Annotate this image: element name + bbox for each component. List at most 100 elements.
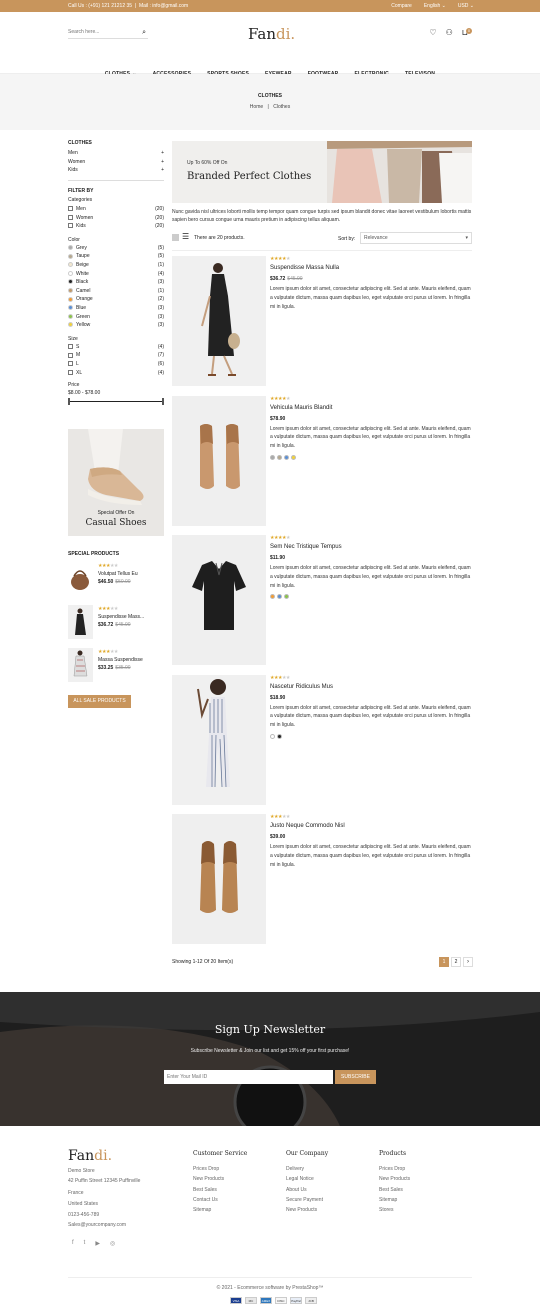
color-swatch[interactable] [68, 322, 73, 328]
checkbox[interactable] [68, 343, 73, 349]
filter-color-black[interactable]: Black (3) [68, 278, 164, 287]
search-input[interactable] [68, 29, 133, 35]
checkbox[interactable] [68, 214, 73, 220]
search-box[interactable]: ⌕ [68, 29, 148, 39]
color-swatch[interactable] [68, 270, 73, 276]
footer-link[interactable]: Stores [379, 1207, 410, 1217]
footer-link[interactable]: Best Sales [379, 1187, 410, 1197]
product-title[interactable]: Sem Nec Tristique Tempus [270, 544, 472, 550]
product-image[interactable] [172, 674, 266, 805]
filter-color-camel[interactable]: Camel (1) [68, 287, 164, 296]
footer-link[interactable]: Delivery [286, 1166, 328, 1176]
special-product-item[interactable]: ★★★★★ Volutpat Tellus Eu $46.50 $50.00 [68, 561, 164, 605]
twitter-icon[interactable]: t [84, 1240, 86, 1247]
color-swatch[interactable] [277, 454, 282, 460]
filter-size-s[interactable]: S (4) [68, 343, 164, 352]
footer-link[interactable]: Sitemap [193, 1207, 247, 1217]
sidebar-category-kids[interactable]: Kids + [68, 166, 164, 175]
color-swatch[interactable] [68, 262, 73, 268]
price-slider[interactable] [68, 397, 164, 406]
product-image[interactable] [172, 535, 266, 665]
special-product-name[interactable]: Massa Suspendisse [98, 657, 143, 663]
filter-category-women[interactable]: Women (20) [68, 213, 164, 222]
footer-link[interactable]: Contact Us [193, 1197, 247, 1207]
page-1-button[interactable]: 1 [439, 957, 449, 967]
color-swatch[interactable] [68, 253, 73, 259]
store-info-line[interactable]: Sales@yourcompany.com [68, 1222, 140, 1232]
filter-category-kids[interactable]: Kids (20) [68, 222, 164, 231]
color-swatch[interactable] [68, 288, 73, 293]
list-view-icon[interactable]: ☰ [182, 233, 189, 241]
sidebar-category-men[interactable]: Men + [68, 149, 164, 158]
color-swatch[interactable] [270, 594, 275, 600]
product-title[interactable]: Vehicula Mauris Blandit [270, 405, 472, 411]
filter-color-orange[interactable]: Orange (2) [68, 295, 164, 304]
color-swatch[interactable] [277, 594, 282, 600]
breadcrumb-home[interactable]: Home [250, 104, 263, 110]
special-product-name[interactable]: Volutpat Tellus Eu [98, 571, 138, 577]
footer-link[interactable]: New Products [286, 1207, 328, 1217]
color-swatch[interactable] [270, 733, 275, 739]
color-swatch[interactable] [68, 296, 73, 302]
instagram-icon[interactable]: ◎ [110, 1240, 115, 1247]
youtube-icon[interactable]: ▶ [95, 1240, 100, 1247]
grid-view-icon[interactable] [172, 234, 179, 241]
all-sale-products-button[interactable]: ALL SALE PRODUCTS [68, 694, 131, 708]
special-product-item[interactable]: ★★★★★ Suspendisse Mass... $36.72 $45.90 [68, 604, 164, 648]
filter-color-yellow[interactable]: Yellow (3) [68, 321, 164, 330]
footer-link[interactable]: Secure Payment [286, 1197, 328, 1207]
color-swatch[interactable] [68, 305, 73, 311]
checkbox[interactable] [68, 223, 73, 229]
next-page-button[interactable]: › [463, 957, 473, 967]
product-image[interactable] [172, 256, 266, 386]
promo-banner-casual-shoes[interactable]: Special Offer On Casual Shoes [68, 428, 164, 536]
special-product-name[interactable]: Suspendisse Mass... [98, 614, 144, 620]
color-swatch[interactable] [284, 454, 289, 460]
facebook-icon[interactable]: f [72, 1240, 74, 1247]
filter-category-men[interactable]: Men (20) [68, 205, 164, 214]
filter-size-m[interactable]: M (7) [68, 351, 164, 360]
expand-plus-icon[interactable]: + [161, 159, 164, 165]
footer-link[interactable]: Sitemap [379, 1197, 410, 1207]
special-product-item[interactable]: ★★★★★ Massa Suspendisse $33.25 $35.00 [68, 647, 164, 691]
footer-link[interactable]: Best Sales [193, 1187, 247, 1197]
sidebar-category-women[interactable]: Women + [68, 158, 164, 167]
filter-color-white[interactable]: White (4) [68, 269, 164, 278]
color-swatch[interactable] [68, 245, 73, 251]
expand-plus-icon[interactable]: + [161, 150, 164, 156]
product-title[interactable]: Suspendisse Massa Nulla [270, 265, 472, 271]
footer-link[interactable]: About Us [286, 1187, 328, 1197]
filter-color-grey[interactable]: Grey (5) [68, 244, 164, 253]
sort-select[interactable]: Relevance ▾ [360, 232, 472, 244]
checkbox[interactable] [68, 369, 73, 375]
filter-size-xl[interactable]: XL (4) [68, 368, 164, 377]
footer-logo[interactable]: Fandi. [68, 1148, 112, 1164]
logo[interactable]: Fandi. [248, 25, 295, 43]
product-image[interactable] [172, 395, 266, 526]
special-product-image[interactable] [68, 647, 93, 691]
compare-link[interactable]: Compare [391, 0, 412, 12]
color-swatch[interactable] [68, 313, 73, 319]
filter-color-taupe[interactable]: Taupe (5) [68, 252, 164, 261]
special-product-image[interactable] [68, 604, 93, 648]
color-swatch[interactable] [291, 454, 296, 460]
currency-selector[interactable]: USD ⌄ [458, 0, 474, 12]
color-swatch[interactable] [277, 733, 282, 739]
filter-color-green[interactable]: Green (3) [68, 312, 164, 321]
filter-color-blue[interactable]: Blue (3) [68, 304, 164, 313]
color-swatch[interactable] [68, 279, 73, 285]
subscribe-button[interactable]: SUBSCRIBE [335, 1070, 376, 1084]
filter-color-beige[interactable]: Beige (1) [68, 261, 164, 270]
footer-link[interactable]: Legal Notice [286, 1176, 328, 1186]
cart-icon[interactable]: ⊔0 [462, 28, 472, 37]
color-swatch[interactable] [270, 454, 275, 460]
footer-link[interactable]: New Products [193, 1176, 247, 1186]
expand-plus-icon[interactable]: + [161, 167, 164, 173]
product-image[interactable] [172, 814, 266, 944]
checkbox[interactable] [68, 361, 73, 367]
footer-link[interactable]: Prices Drop [193, 1166, 247, 1176]
footer-link[interactable]: New Products [379, 1176, 410, 1186]
special-product-image[interactable] [68, 561, 93, 605]
price-slider-handle-max[interactable] [162, 397, 164, 405]
product-title[interactable]: Nascetur Ridiculus Mus [270, 684, 472, 690]
